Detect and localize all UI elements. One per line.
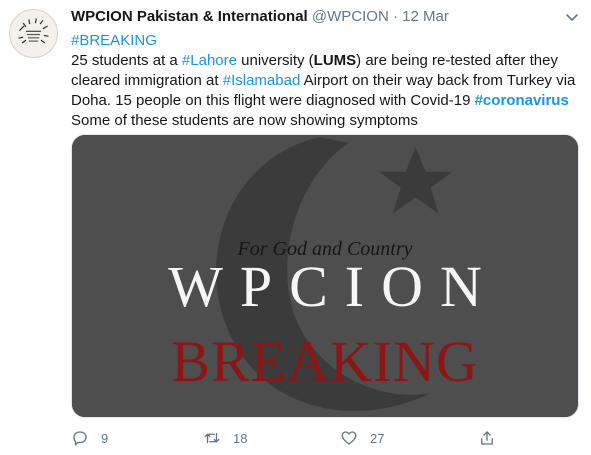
- reply-count: 9: [101, 430, 109, 446]
- tweet-text-part: university (: [236, 52, 314, 69]
- share-icon: [481, 431, 493, 445]
- lums-text: LUMS: [313, 52, 357, 69]
- hashtag-breaking[interactable]: #BREAKING: [71, 32, 157, 49]
- hashtag-islamabad[interactable]: #Islamabad: [223, 72, 301, 89]
- tweet-text-part: 25 students at a: [71, 52, 182, 69]
- reply-button[interactable]: 9: [71, 428, 108, 448]
- hashtag-lahore[interactable]: #Lahore: [182, 52, 237, 69]
- media-headline: BREAKING: [171, 329, 479, 394]
- author-avatar[interactable]: [9, 9, 58, 58]
- author-handle[interactable]: @WPCION: [312, 8, 389, 25]
- tweet-date[interactable]: 12 Mar: [402, 8, 449, 25]
- heart-icon: [341, 431, 357, 445]
- tweet-text: #BREAKING 25 students at a #Lahore unive…: [71, 31, 581, 131]
- share-button[interactable]: [478, 428, 496, 448]
- retweet-icon: [204, 432, 220, 444]
- like-button[interactable]: 27: [340, 428, 384, 448]
- retweet-count: 18: [233, 430, 248, 446]
- tweet-text-part: Some of these students are now showing s…: [71, 112, 418, 129]
- more-options-chevron-down-icon[interactable]: [563, 8, 581, 26]
- reply-icon: [73, 431, 87, 446]
- retweet-button[interactable]: 18: [203, 428, 247, 448]
- like-count: 27: [370, 430, 385, 446]
- tweet-media-image[interactable]: For God and Country WPCION BREAKING: [71, 134, 579, 418]
- avatar-logo-icon: [10, 10, 57, 57]
- header-separator: ·: [392, 8, 398, 25]
- author-name[interactable]: WPCION Pakistan & International: [71, 8, 308, 25]
- tweet-header: WPCION Pakistan & International @WPCION …: [71, 8, 591, 30]
- hashtag-coronavirus[interactable]: #coronavirus: [475, 92, 569, 109]
- tweet-actions: 9 18 27: [71, 428, 581, 450]
- media-wordmark: WPCION: [168, 254, 499, 319]
